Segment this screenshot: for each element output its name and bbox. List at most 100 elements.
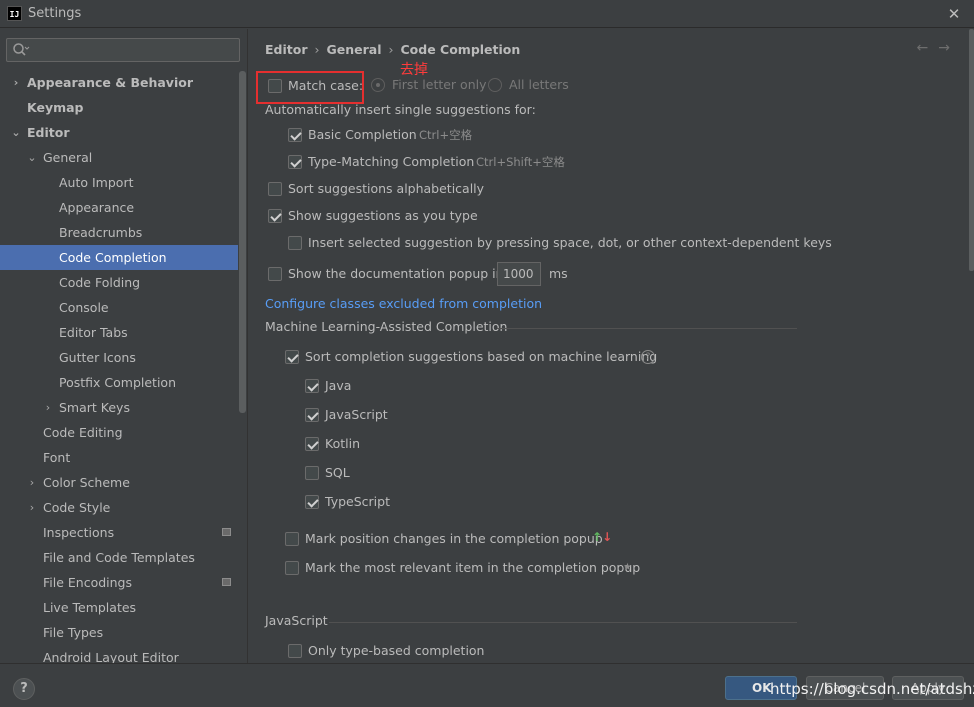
chevron-down-icon[interactable]: ⌄ (10, 120, 22, 145)
sidebar-item-code-folding[interactable]: Code Folding (0, 270, 238, 295)
sidebar-item-appearance-behavior[interactable]: › Appearance & Behavior (0, 70, 238, 95)
sidebar-item-label: Color Scheme (43, 475, 130, 490)
history-nav: ←→ (917, 40, 960, 56)
sidebar-item-gutter-icons[interactable]: Gutter Icons (0, 345, 238, 370)
all-letters-radio[interactable] (488, 78, 502, 92)
java-label: Java (325, 378, 352, 393)
position-change-arrows-icon: ↑↓ (592, 530, 612, 544)
sidebar-item-editor-tabs[interactable]: Editor Tabs (0, 320, 238, 345)
mark-position-label: Mark position changes in the completion … (305, 531, 603, 546)
sidebar-item-label: Appearance & Behavior (27, 75, 193, 90)
sidebar-item-label: Live Templates (43, 600, 137, 615)
match-case-label: Match case: (288, 78, 364, 93)
javascript-label: JavaScript (325, 407, 388, 422)
first-letter-only-radio[interactable] (371, 78, 385, 92)
sidebar-item-smart-keys[interactable]: › Smart Keys (0, 395, 238, 420)
sidebar-item-auto-import[interactable]: Auto Import (0, 170, 238, 195)
ml-sort-checkbox[interactable] (285, 350, 299, 364)
type-matching-label: Type-Matching Completion (308, 154, 475, 169)
search-input[interactable] (33, 41, 233, 59)
breadcrumb: Editor › General › Code Completion (265, 42, 520, 57)
sidebar-item-color-scheme[interactable]: › Color Scheme (0, 470, 238, 495)
typescript-checkbox[interactable] (305, 495, 319, 509)
breadcrumb-separator: › (314, 42, 320, 57)
watermark-text: https://blog.csdn.net/atdshz (770, 680, 974, 698)
sidebar-item-label: Code Style (43, 500, 111, 515)
search-icon (13, 43, 30, 56)
insert-selected-checkbox[interactable] (288, 236, 302, 250)
sidebar-item-inspections[interactable]: Inspections (0, 520, 238, 545)
chevron-down-icon[interactable]: ⌄ (26, 145, 38, 170)
project-scope-icon (222, 528, 231, 536)
sidebar-item-label: Appearance (59, 200, 135, 215)
down-arrow-icon: ↓ (602, 530, 613, 544)
sidebar-item-label: General (43, 150, 93, 165)
sidebar-item-label: Code Completion (59, 250, 167, 265)
sidebar-item-label: Breadcrumbs (59, 225, 143, 240)
content-scrollbar[interactable] (969, 29, 974, 271)
sidebar-item-code-completion[interactable]: Code Completion (0, 245, 238, 270)
breadcrumb-separator: › (388, 42, 394, 57)
sidebar-item-postfix-completion[interactable]: Postfix Completion (0, 370, 238, 395)
search-box[interactable] (6, 38, 240, 62)
sidebar-item-console[interactable]: Console (0, 295, 238, 320)
mark-relevant-checkbox[interactable] (285, 561, 299, 575)
breadcrumb-general: General (326, 42, 382, 57)
kotlin-checkbox[interactable] (305, 437, 319, 451)
sidebar-item-live-templates[interactable]: Live Templates (0, 595, 238, 620)
breadcrumb-editor: Editor (265, 42, 308, 57)
sort-alpha-label: Sort suggestions alphabetically (288, 181, 485, 196)
sidebar-item-label: Code Editing (43, 425, 123, 440)
title-bar: IJ Settings ✕ (0, 0, 974, 28)
forward-arrow-icon[interactable]: → (938, 40, 960, 56)
ml-section-title: Machine Learning-Assisted Completion (265, 319, 508, 334)
type-matching-checkbox[interactable] (288, 155, 302, 169)
window-title: Settings (28, 6, 82, 21)
close-icon[interactable]: ✕ (944, 4, 964, 24)
up-arrow-icon: ↑ (592, 530, 603, 544)
javascript-checkbox[interactable] (305, 408, 319, 422)
chevron-right-icon[interactable]: › (26, 495, 38, 520)
sidebar-scrollbar[interactable] (239, 71, 246, 413)
sidebar-item-file-types[interactable]: File Types (0, 620, 238, 645)
sidebar-item-general[interactable]: ⌄ General (0, 145, 238, 170)
show-as-type-checkbox[interactable] (268, 209, 282, 223)
doc-popup-delay-input[interactable] (497, 262, 541, 286)
javascript-section-divider (329, 622, 797, 623)
basic-completion-checkbox[interactable] (288, 128, 302, 142)
all-letters-label: All letters (509, 77, 569, 92)
configure-excluded-classes-link[interactable]: Configure classes excluded from completi… (265, 296, 542, 311)
sidebar-item-label: File Encodings (43, 575, 133, 590)
java-checkbox[interactable] (305, 379, 319, 393)
sidebar-item-font[interactable]: Font (0, 445, 238, 470)
sidebar-item-label: Keymap (27, 100, 84, 115)
ml-help-icon[interactable]: ? (641, 350, 655, 364)
chevron-right-icon[interactable]: › (42, 395, 54, 420)
chevron-right-icon[interactable]: › (10, 70, 22, 95)
sidebar-item-code-editing[interactable]: Code Editing (0, 420, 238, 445)
ml-sort-label: Sort completion suggestions based on mac… (305, 349, 658, 364)
sql-checkbox[interactable] (305, 466, 319, 480)
sidebar-item-file-and-code-templates[interactable]: File and Code Templates (0, 545, 238, 570)
sidebar-item-editor[interactable]: ⌄ Editor (0, 120, 238, 145)
sidebar-item-keymap[interactable]: Keymap (0, 95, 238, 120)
sidebar-item-label: Editor Tabs (59, 325, 128, 340)
sidebar-item-label: Postfix Completion (59, 375, 176, 390)
sidebar-item-file-encodings[interactable]: File Encodings (0, 570, 238, 595)
help-button[interactable]: ? (13, 678, 35, 700)
sql-label: SQL (325, 465, 350, 480)
settings-sidebar: › Appearance & Behavior Keymap ⌄ Editor ⌄ Gene… (0, 29, 248, 665)
sort-alpha-checkbox[interactable] (268, 182, 282, 196)
sidebar-item-code-style[interactable]: › Code Style (0, 495, 238, 520)
sidebar-item-appearance[interactable]: Appearance (0, 195, 238, 220)
mark-position-checkbox[interactable] (285, 532, 299, 546)
chevron-right-icon[interactable]: › (26, 470, 38, 495)
type-based-checkbox[interactable] (288, 644, 302, 658)
show-as-type-label: Show suggestions as you type (288, 208, 478, 223)
sidebar-item-breadcrumbs[interactable]: Breadcrumbs (0, 220, 238, 245)
typescript-label: TypeScript (325, 494, 390, 509)
doc-popup-checkbox[interactable] (268, 267, 282, 281)
match-case-checkbox[interactable] (268, 79, 282, 93)
settings-tree: › Appearance & Behavior Keymap ⌄ Editor ⌄ Gene… (0, 70, 238, 670)
back-arrow-icon[interactable]: ← (917, 40, 939, 56)
